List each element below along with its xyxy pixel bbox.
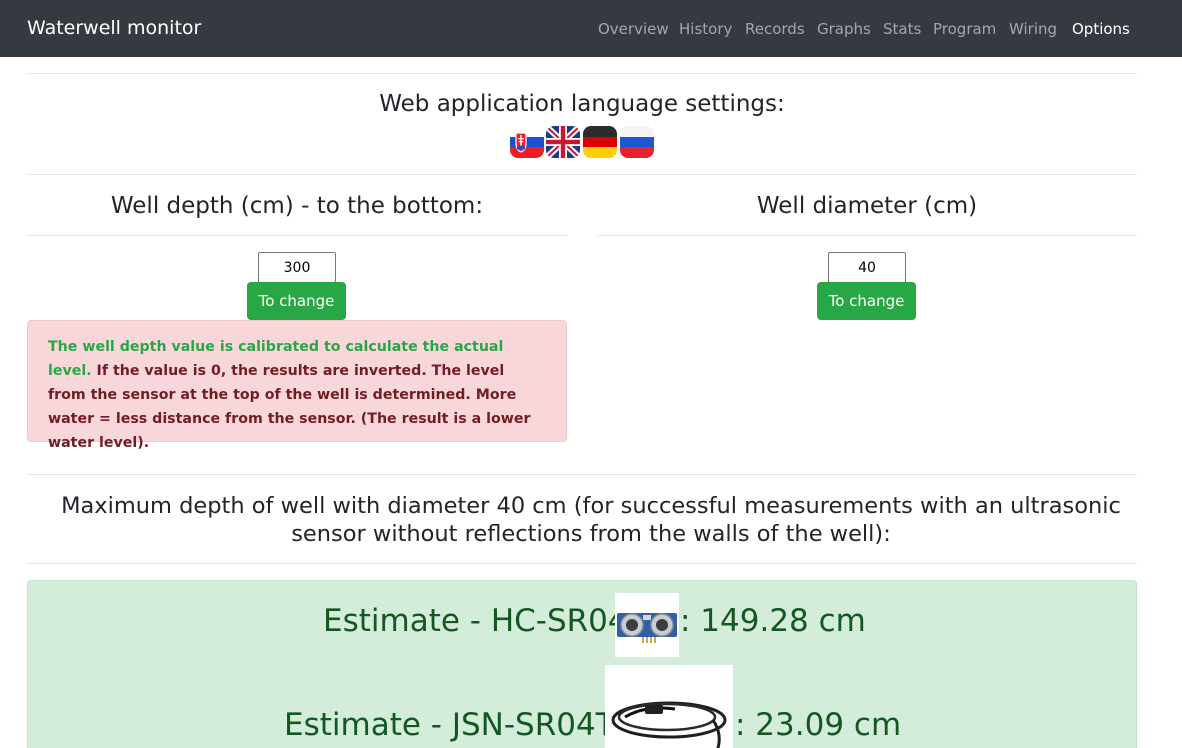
estimate-jsn-sr04t-label: Estimate - JSN-SR04T bbox=[284, 707, 615, 743]
slovakia-flag-icon[interactable] bbox=[510, 126, 544, 158]
russia-flag-icon[interactable] bbox=[620, 126, 654, 158]
divider bbox=[27, 73, 1137, 74]
nav-history[interactable]: History bbox=[679, 20, 732, 38]
calibration-note-text: If the value is 0, the results are inver… bbox=[48, 363, 531, 451]
jsn-sr04t-sensor-image bbox=[605, 665, 733, 748]
well-diameter-input[interactable] bbox=[828, 252, 906, 283]
nav-wiring[interactable]: Wiring bbox=[1009, 20, 1057, 38]
well-depth-input[interactable] bbox=[258, 252, 336, 283]
estimate-hc-sr04-label: Estimate - HC-SR04 bbox=[323, 603, 628, 639]
nav-graphs[interactable]: Graphs bbox=[817, 20, 871, 38]
well-diameter-title: Well diameter (cm) bbox=[756, 193, 978, 219]
hc-sr04-sensor-image bbox=[615, 593, 679, 657]
nav-stats[interactable]: Stats bbox=[883, 20, 921, 38]
max-depth-heading: Maximum depth of well with diameter 40 c… bbox=[61, 493, 1121, 547]
divider bbox=[27, 174, 1137, 175]
divider bbox=[27, 563, 1137, 564]
depth-calibration-alert: The well depth value is calibrated to ca… bbox=[27, 320, 567, 451]
germany-flag-icon[interactable] bbox=[583, 126, 617, 158]
brand-title[interactable]: Waterwell monitor bbox=[27, 17, 201, 39]
nav-records[interactable]: Records bbox=[745, 20, 805, 38]
nav-program[interactable]: Program bbox=[933, 20, 996, 38]
well-depth-title: Well depth (cm) - to the bottom: bbox=[110, 193, 484, 219]
well-diameter-change-button[interactable]: To change bbox=[817, 282, 916, 320]
navbar: Waterwell monitor Overview History Recor… bbox=[0, 0, 1182, 57]
well-depth-change-button[interactable]: To change bbox=[247, 282, 346, 320]
nav-overview[interactable]: Overview bbox=[598, 20, 669, 38]
divider bbox=[27, 235, 567, 236]
estimate-jsn-sr04t-value: : 23.09 cm bbox=[735, 707, 902, 743]
divider bbox=[597, 235, 1137, 236]
divider bbox=[27, 474, 1137, 475]
uk-flag-icon[interactable] bbox=[546, 126, 580, 158]
language-title: Web application language settings: bbox=[379, 91, 785, 117]
nav-options[interactable]: Options bbox=[1072, 20, 1130, 38]
estimate-hc-sr04-value: : 149.28 cm bbox=[680, 603, 866, 639]
